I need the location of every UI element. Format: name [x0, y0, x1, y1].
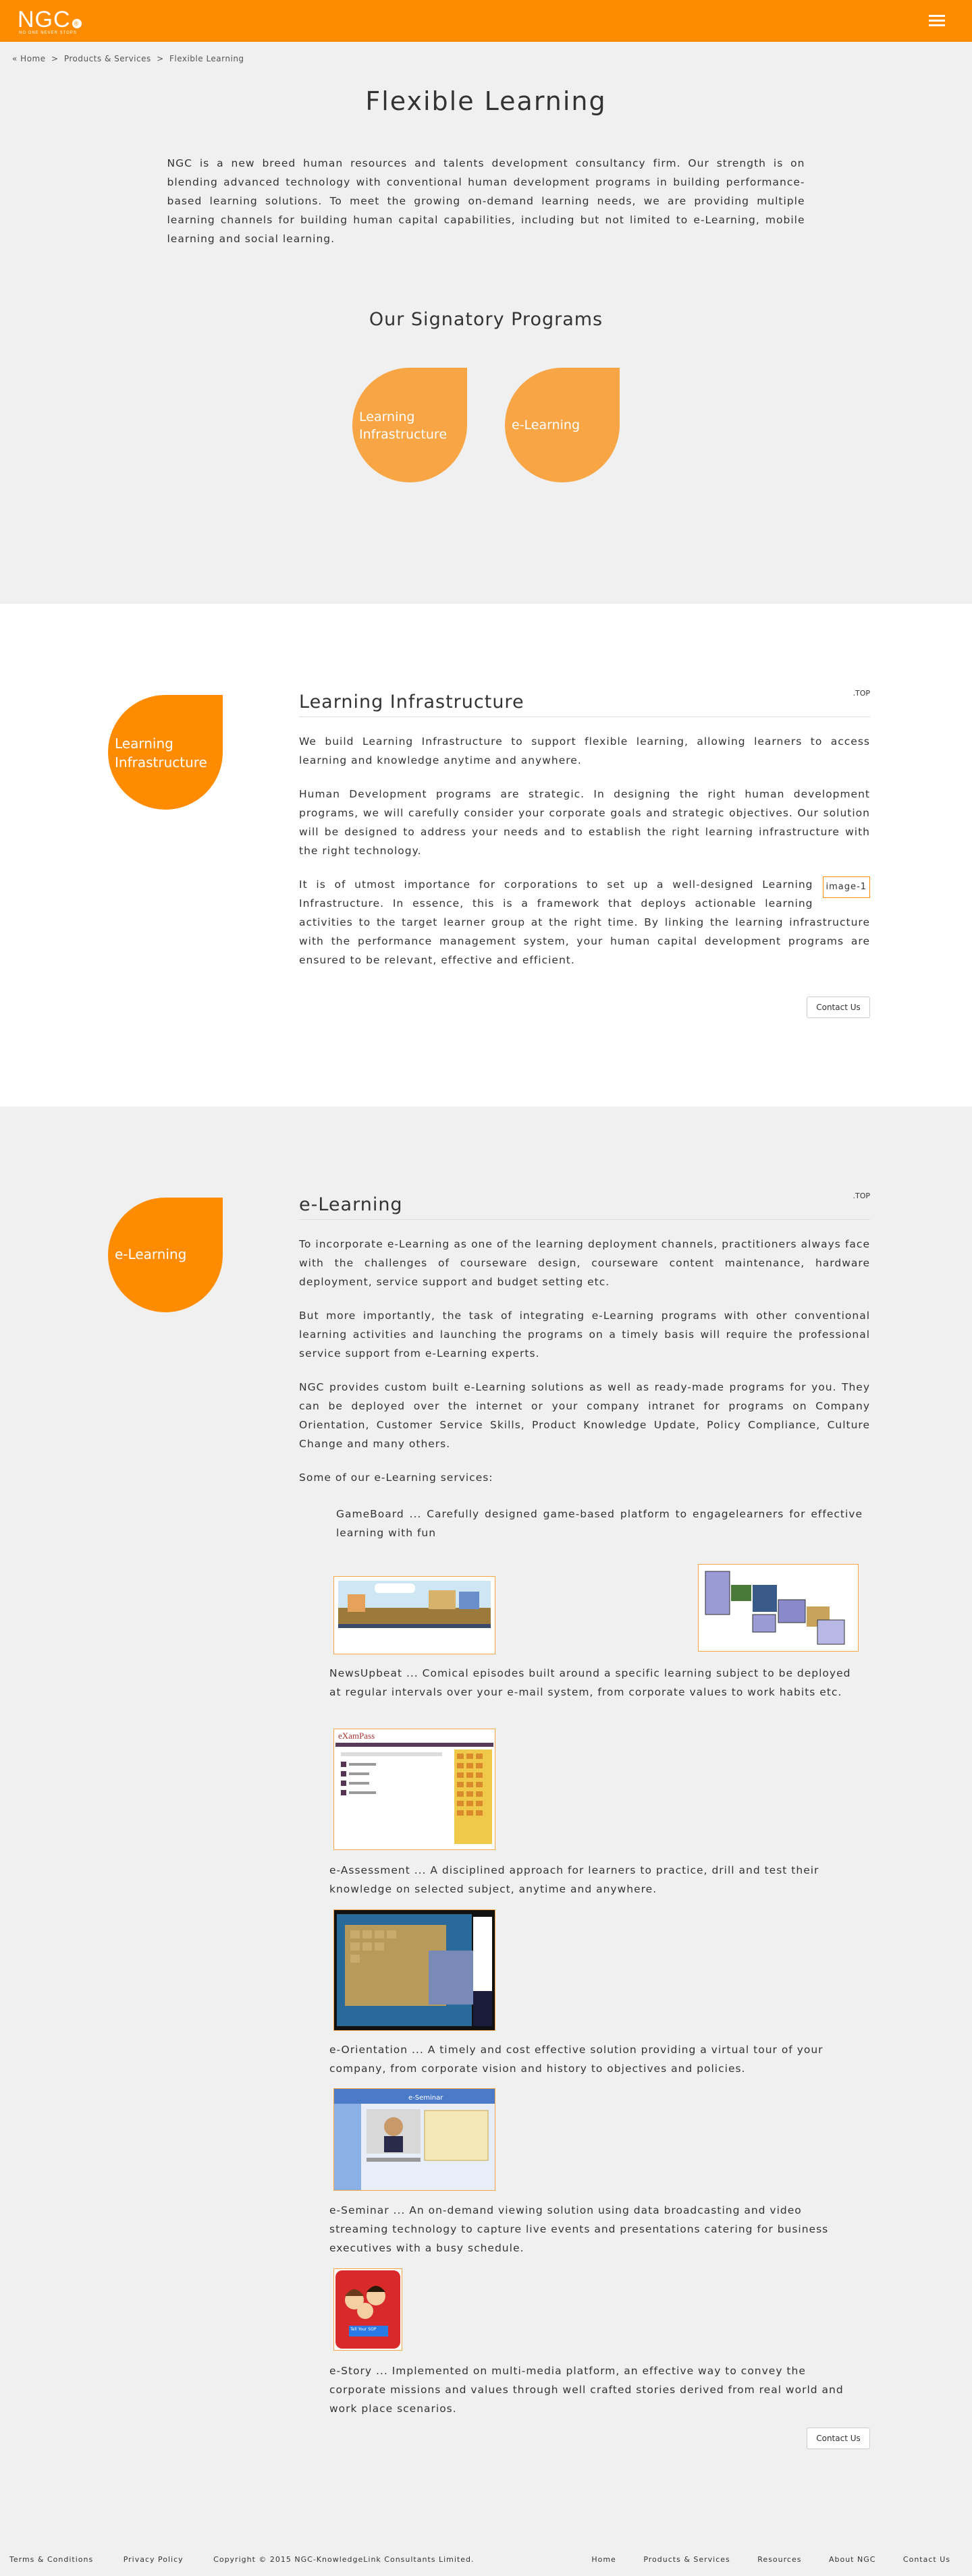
footer-nav-about[interactable]: About NGC	[829, 2555, 875, 2564]
hero-section: Flexible Learning NGC is a new breed hum…	[0, 86, 972, 503]
footer-nav-home[interactable]: Home	[591, 2555, 616, 2564]
learning-infrastructure-section: Learning Infrastructure .TOP Learning In…	[0, 604, 972, 1107]
e-orientation-text: e-Orientation ... A timely and cost effe…	[329, 2044, 824, 2075]
learning-infrastructure-content: .TOP Learning Infrastructure We build Le…	[299, 689, 870, 970]
footer-nav-products[interactable]: Products & Services	[643, 2555, 730, 2564]
e-seminar-screenshot: e-Seminar	[333, 2088, 495, 2191]
paragraph: image-1 It is of utmost importance for co…	[299, 875, 870, 970]
elearning-section: e-Learning .TOP e-Learning To incorporat…	[0, 1107, 972, 2537]
paragraph: NGC provides custom built e-Learning sol…	[299, 1381, 870, 1450]
contact-us-button[interactable]: Contact Us	[807, 2428, 870, 2449]
copyright-text: Copyright © 2015 NGC-KnowledgeLink Consu…	[213, 2555, 475, 2564]
hamburger-menu-icon[interactable]	[929, 15, 945, 27]
e-seminar-banner: e-Seminar	[408, 2094, 443, 2102]
e-assessment-screenshot	[333, 1909, 495, 2031]
ngc-logo[interactable]: NGC ® NO ONE NEVER STOPS	[18, 7, 82, 35]
top-bar: NGC ® NO ONE NEVER STOPS	[0, 0, 972, 42]
e-story-text: e-Story ... Implemented on multi-media p…	[329, 2365, 844, 2415]
footer-nav-resources[interactable]: Resources	[757, 2555, 801, 2564]
program-elearning-button[interactable]: e-Learning	[505, 368, 620, 482]
paragraph: We build Learning Infrastructure to supp…	[299, 735, 870, 766]
terms-link[interactable]: Terms & Conditions	[9, 2555, 93, 2564]
home-icon: «	[12, 54, 18, 63]
footer: Terms & Conditions Privacy Policy Copyri…	[0, 2537, 972, 2576]
learning-infrastructure-drop: Learning Infrastructure	[108, 695, 223, 810]
gameboard-screenshot-1	[333, 1576, 495, 1654]
gameboard-screenshot-2	[698, 1564, 859, 1652]
section-title: Learning Infrastructure	[299, 692, 870, 717]
e-story-caption: Tell Your SOP	[350, 2327, 377, 2332]
elearning-drop: e-Learning	[108, 1198, 223, 1312]
page-title: Flexible Learning	[365, 86, 607, 116]
e-story-image: Tell Your SOP	[333, 2268, 402, 2351]
section-title: e-Learning	[299, 1194, 870, 1220]
back-to-top-link[interactable]: .TOP	[853, 689, 870, 698]
e-seminar-text: e-Seminar ... An on-demand viewing solut…	[329, 2204, 829, 2254]
footer-nav-contact[interactable]: Contact Us	[903, 2555, 950, 2564]
image-placeholder: image-1	[822, 876, 870, 898]
elearning-content: .TOP e-Learning To incorporate e-Learnin…	[299, 1192, 870, 1487]
newsupbeat-text: NewsUpbeat ... Comical episodes built ar…	[329, 1667, 851, 1698]
contact-us-button[interactable]: Contact Us	[807, 997, 870, 1018]
logo-tagline: NO ONE NEVER STOPS	[19, 31, 77, 35]
programs-heading: Our Signatory Programs	[369, 309, 603, 330]
breadcrumb-home[interactable]: Home	[20, 54, 45, 63]
privacy-link[interactable]: Privacy Policy	[124, 2555, 184, 2564]
footer-nav: Home Products & Services Resources About…	[567, 2555, 950, 2564]
services-intro: Some of our e-Learning services:	[299, 1472, 493, 1484]
back-to-top-link[interactable]: .TOP	[853, 1192, 870, 1200]
paragraph: To incorporate e-Learning as one of the …	[299, 1238, 870, 1288]
logo-text: NGC	[18, 7, 71, 32]
e-assessment-text: e-Assessment ... A disciplined approach …	[329, 1864, 819, 1895]
paragraph: But more importantly, the task of integr…	[299, 1310, 870, 1360]
intro-text: NGC is a new breed human resources and t…	[167, 157, 805, 245]
exampass-screenshot: eXamPass	[333, 1729, 495, 1850]
breadcrumb-products[interactable]: Products & Services	[64, 54, 151, 63]
paragraph: Human Development programs are strategic…	[299, 788, 870, 857]
programs-row: Learning Infrastructure e-Learning	[0, 368, 972, 503]
exampass-logo: eXamPass	[338, 1731, 375, 1741]
logo-registered-mark: ®	[72, 19, 82, 28]
breadcrumb-current: Flexible Learning	[169, 54, 244, 63]
gameboard-text: GameBoard ... Carefully designed game-ba…	[336, 1508, 863, 1539]
program-learning-infrastructure-button[interactable]: Learning Infrastructure	[352, 368, 467, 482]
